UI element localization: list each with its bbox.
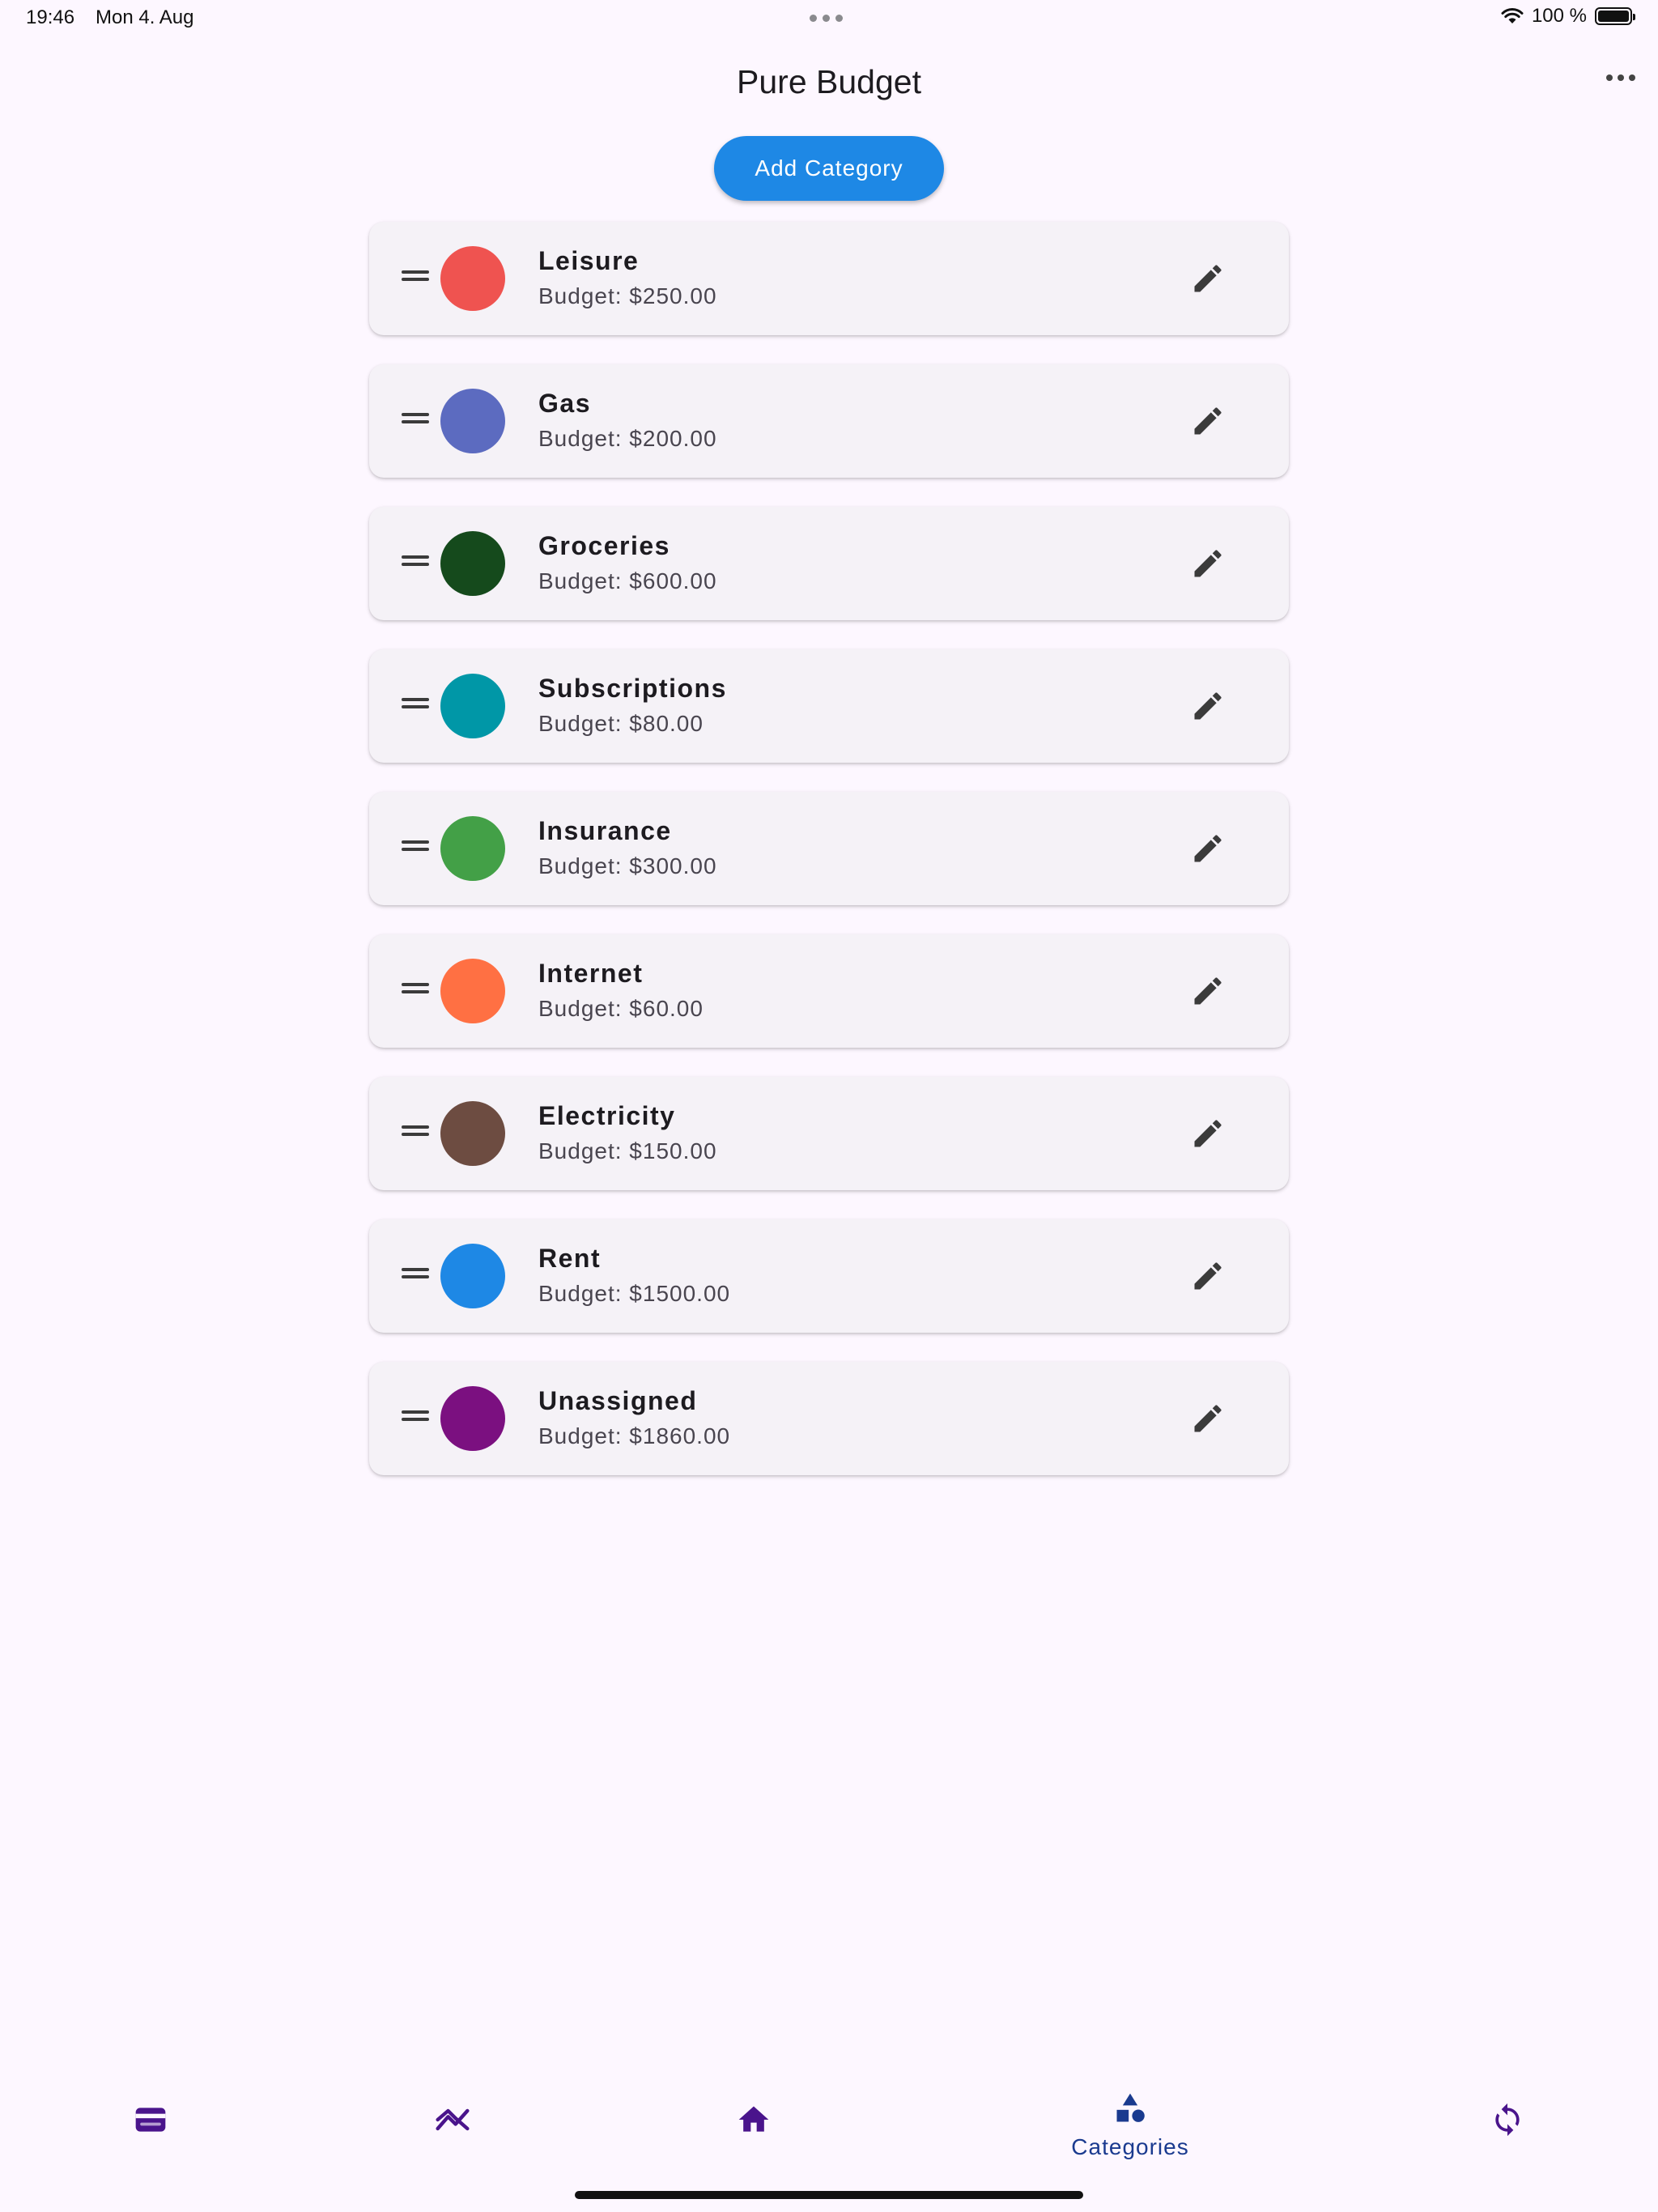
nav-item-wallet[interactable] [70,2073,232,2170]
category-color-swatch [440,531,505,596]
category-card-internet[interactable]: Internet Budget: $60.00 [369,934,1289,1048]
category-list: Leisure Budget: $250.00 Gas Budget: $200… [369,222,1289,1504]
edit-icon[interactable] [1190,403,1226,439]
category-card-rent[interactable]: Rent Budget: $1500.00 [369,1219,1289,1333]
drag-handle-icon[interactable] [402,554,429,567]
drag-handle-icon[interactable] [402,696,429,709]
status-date: Mon 4. Aug [96,6,194,28]
edit-icon[interactable] [1190,1116,1226,1151]
category-color-swatch [440,816,505,881]
battery-percentage: 100 % [1531,5,1587,27]
add-category-button[interactable]: Add Category [714,136,944,201]
trending-icon [436,2108,470,2131]
category-budget: Budget: $150.00 [538,1138,717,1163]
category-color-swatch [440,389,505,453]
edit-icon[interactable] [1190,831,1226,866]
category-budget: Budget: $250.00 [538,283,717,308]
category-budget: Budget: $200.00 [538,426,717,451]
drag-handle-icon[interactable] [402,1124,429,1137]
category-color-swatch [440,1101,505,1166]
category-color-swatch [440,246,505,311]
category-budget: Budget: $600.00 [538,568,717,593]
status-bar: 19:46 Mon 4. Aug 100 % [0,0,1658,39]
nav-item-trends[interactable] [372,2073,534,2170]
category-name: Internet [538,959,644,988]
category-name: Leisure [538,246,640,275]
edit-icon[interactable] [1190,688,1226,724]
category-card-insurance[interactable]: Insurance Budget: $300.00 [369,792,1289,905]
category-card-electricity[interactable]: Electricity Budget: $150.00 [369,1077,1289,1190]
category-name: Insurance [538,816,672,845]
drag-handle-icon[interactable] [402,981,429,994]
sync-icon [1495,2103,1520,2137]
drag-handle-icon[interactable] [402,411,429,424]
edit-icon[interactable] [1190,261,1226,296]
wallet-icon [135,2108,166,2132]
nav-item-sync[interactable] [1426,2073,1588,2170]
category-card-leisure[interactable]: Leisure Budget: $250.00 [369,222,1289,335]
category-color-swatch [440,1386,505,1451]
drag-handle-icon[interactable] [402,1266,429,1279]
category-budget: Budget: $80.00 [538,711,704,736]
page-title: Pure Budget [737,63,921,100]
category-color-swatch [440,674,505,738]
category-name: Rent [538,1244,602,1273]
edit-icon[interactable] [1190,1258,1226,1294]
wifi-icon [1501,8,1524,23]
category-name: Unassigned [538,1386,698,1415]
edit-icon[interactable] [1190,973,1226,1009]
category-card-gas[interactable]: Gas Budget: $200.00 [369,364,1289,478]
category-card-subscriptions[interactable]: Subscriptions Budget: $80.00 [369,649,1289,763]
drag-handle-icon[interactable] [402,1409,429,1422]
category-budget: Budget: $300.00 [538,853,717,878]
battery-icon [1595,7,1635,25]
category-budget: Budget: $1500.00 [538,1281,731,1306]
category-budget: Budget: $1860.00 [538,1423,731,1448]
category-card-unassigned[interactable]: Unassigned Budget: $1860.00 [369,1362,1289,1475]
category-name: Subscriptions [538,674,727,703]
category-name: Groceries [538,531,670,560]
category-card-groceries[interactable]: Groceries Budget: $600.00 [369,507,1289,620]
category-color-swatch [440,1244,505,1308]
category-shapes-icon [1116,2093,1145,2122]
multitasking-dots-icon[interactable] [810,15,843,22]
status-indicators: 100 % [1501,5,1635,28]
more-options-icon[interactable] [1606,74,1635,81]
drag-handle-icon[interactable] [402,839,429,852]
home-indicator[interactable] [575,2191,1083,2199]
category-name: Gas [538,389,591,418]
category-budget: Budget: $60.00 [538,996,704,1021]
nav-item-categories[interactable]: Categories [1049,2073,1211,2170]
home-icon [738,2106,769,2132]
category-color-swatch [440,959,505,1023]
nav-item-home[interactable] [673,2073,835,2170]
bottom-navigation: Categories [0,2073,1658,2170]
category-name: Electricity [538,1101,676,1130]
drag-handle-icon[interactable] [402,269,429,282]
edit-icon[interactable] [1190,1401,1226,1436]
nav-label-categories: Categories [1071,2134,1189,2159]
status-time: 19:46 [26,6,75,28]
edit-icon[interactable] [1190,546,1226,581]
